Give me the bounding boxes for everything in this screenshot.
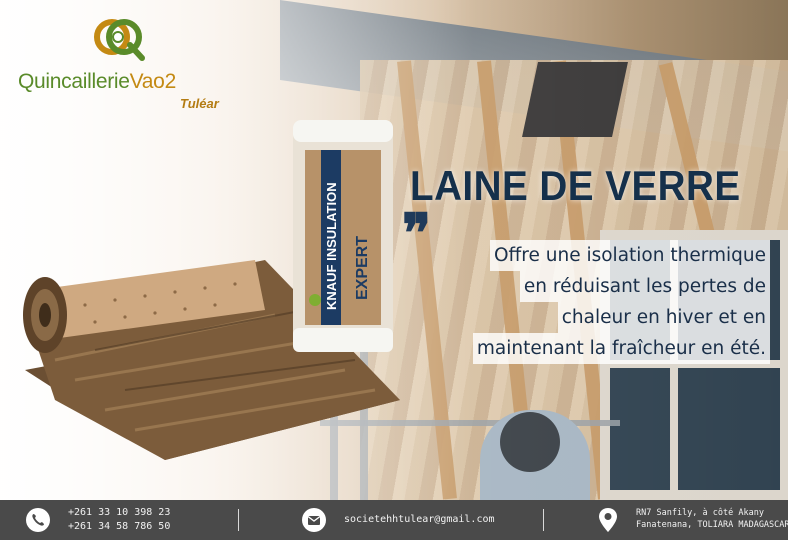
product-brand-print: KNAUF INSULATION — [324, 182, 339, 310]
location-pin-icon[interactable] — [598, 507, 618, 537]
description-line: maintenant la fraîcheur en été. — [472, 333, 770, 364]
brand-name: QuincaillerieVao2 — [18, 70, 176, 94]
brand-logo: QuincaillerieVao2 Tuléar — [18, 12, 228, 111]
address-line-1: RN7 Sanfily, à côté Akany — [636, 508, 764, 518]
headline-description: Offre une isolation thermique en réduisa… — [398, 240, 770, 364]
headline-title: LAINE DE VERRE — [410, 162, 741, 209]
brand-name-main: Quincaillerie — [18, 70, 130, 93]
brand-city: Tuléar — [180, 96, 219, 111]
brand-name-suffix: Vao2 — [129, 70, 177, 93]
product-image: KNAUF INSULATION EXPERT — [23, 120, 400, 460]
contact-footer: +261 33 10 398 23 +261 34 58 786 50 soci… — [0, 500, 788, 540]
description-line: chaleur en hiver et en — [557, 302, 770, 333]
phone-icon[interactable] — [26, 508, 50, 532]
description-line: en réduisant les pertes de — [519, 271, 770, 302]
footer-divider — [238, 509, 239, 531]
phone-number-2[interactable]: +261 34 58 786 50 — [68, 520, 170, 534]
logo-mark-icon — [94, 19, 145, 61]
address-line-2: Fanatenana, TOLIARA MADAGASCAR — [636, 520, 788, 530]
description-line: Offre une isolation thermique — [489, 240, 770, 271]
mail-icon[interactable] — [302, 508, 326, 532]
footer-divider — [543, 509, 544, 531]
product-range-print: EXPERT — [354, 236, 371, 300]
email-link[interactable]: societehhtulear@gmail.com — [344, 513, 495, 527]
phone-number-1[interactable]: +261 33 10 398 23 — [68, 506, 170, 520]
